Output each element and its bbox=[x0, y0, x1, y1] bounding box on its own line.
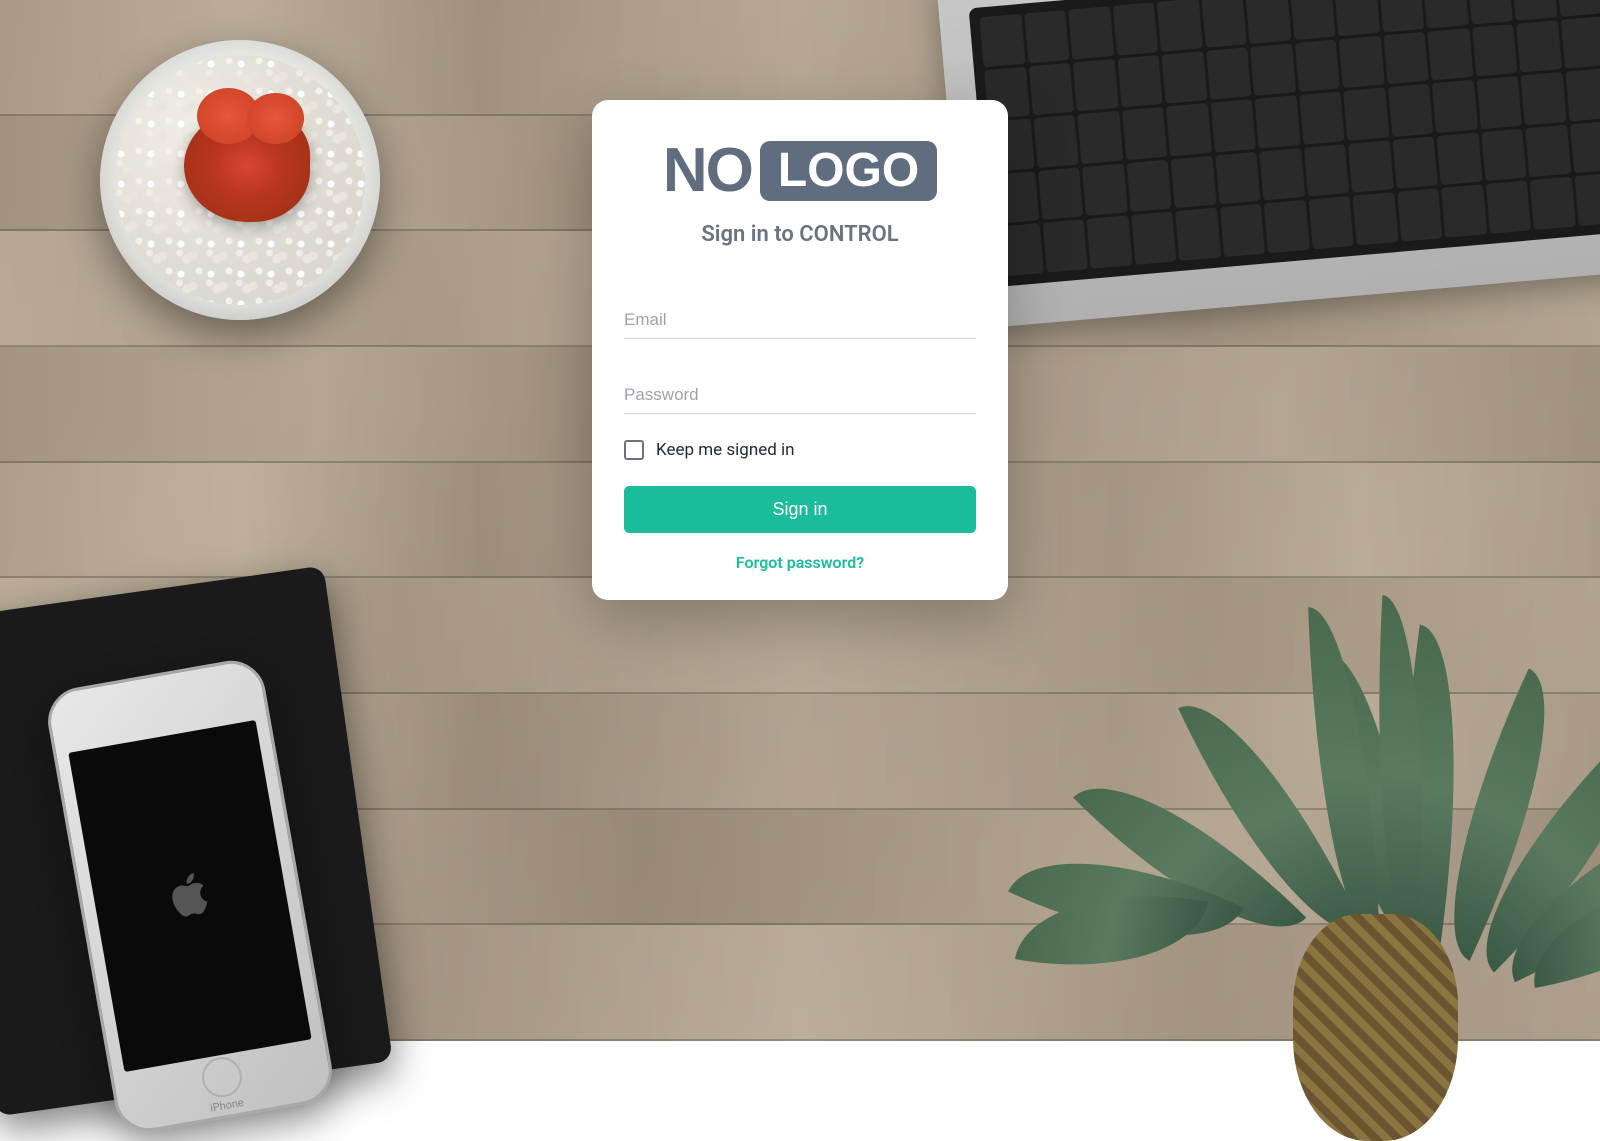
login-card: NO LOGO Sign in to CONTROL Keep me signe… bbox=[592, 100, 1008, 600]
signin-button[interactable]: Sign in bbox=[624, 486, 976, 533]
logo: NO LOGO bbox=[624, 140, 976, 202]
logo-text-part2: LOGO bbox=[760, 141, 937, 201]
signin-title: Sign in to CONTROL bbox=[624, 222, 976, 247]
keep-signed-in-label[interactable]: Keep me signed in bbox=[656, 440, 795, 460]
password-field[interactable] bbox=[624, 377, 976, 414]
forgot-password-link[interactable]: Forgot password? bbox=[624, 553, 976, 572]
pineapple-decoration bbox=[1100, 491, 1600, 1141]
keep-signed-in-checkbox[interactable] bbox=[624, 440, 644, 460]
email-field[interactable] bbox=[624, 302, 976, 339]
logo-text-part1: NO bbox=[663, 140, 752, 202]
laptop-decoration bbox=[936, 0, 1600, 330]
cactus-decoration bbox=[100, 40, 380, 320]
